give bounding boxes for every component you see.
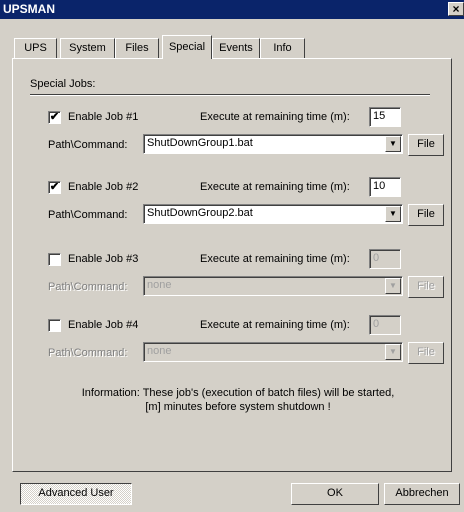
window-title: UPSMAN [3, 2, 56, 16]
job4-path-combo[interactable]: none [143, 342, 403, 362]
job4-file-button[interactable]: File [408, 342, 444, 364]
checkmark-icon: ✔ [49, 111, 60, 123]
job1-enable-label: Enable Job #1 [68, 111, 139, 123]
job4-path-label: Path\Command: [48, 347, 128, 359]
job1-path-combo[interactable]: ShutDownGroup1.bat [143, 134, 403, 154]
job3-time-label: Execute at remaining time (m): [200, 253, 350, 265]
tab-ups-label: UPS [24, 42, 47, 54]
job1-time-input[interactable]: 15 [369, 107, 401, 127]
tab-special-label: Special [168, 41, 206, 53]
job1-file-button[interactable]: File [408, 134, 444, 156]
chevron-down-icon: ▼ [389, 209, 397, 218]
job2-file-button[interactable]: File [408, 204, 444, 226]
job2-path-combo[interactable]: ShutDownGroup2.bat [143, 204, 403, 224]
job4-path-value: none [147, 345, 172, 357]
job3-path-value: none [147, 279, 172, 291]
job2-path-label: Path\Command: [48, 209, 128, 221]
chevron-down-icon: ▼ [389, 139, 397, 148]
job2-dropdown-button[interactable]: ▼ [385, 206, 401, 222]
info-text-line1: Information: These job's (execution of b… [81, 387, 395, 399]
separator [30, 94, 430, 96]
tab-events-label: Events [219, 42, 253, 54]
checkmark-icon: ✔ [49, 181, 60, 193]
tab-events[interactable]: Events [212, 38, 260, 58]
job3-dropdown-button[interactable]: ▼ [385, 278, 401, 294]
job2-time-input[interactable]: 10 [369, 177, 401, 197]
tab-ups[interactable]: UPS [14, 38, 57, 58]
tab-files-label: Files [125, 42, 149, 54]
job4-enable-label: Enable Job #4 [68, 319, 139, 331]
job3-path-combo[interactable]: none [143, 276, 403, 296]
upsman-window: UPSMAN × UPS System Files Special Events… [0, 0, 464, 512]
special-jobs-heading: Special Jobs: [30, 78, 96, 90]
chevron-down-icon: ▼ [389, 347, 397, 356]
job1-path-label: Path\Command: [48, 139, 128, 151]
job3-enable-label: Enable Job #3 [68, 253, 139, 265]
job4-checkbox[interactable] [48, 319, 61, 332]
job3-path-label: Path\Command: [48, 281, 128, 293]
tab-system[interactable]: System [60, 38, 115, 58]
job1-checkbox[interactable]: ✔ [48, 111, 61, 124]
job2-enable-label: Enable Job #2 [68, 181, 139, 193]
job1-path-value: ShutDownGroup1.bat [147, 137, 253, 149]
job2-checkbox[interactable]: ✔ [48, 181, 61, 194]
job1-dropdown-button[interactable]: ▼ [385, 136, 401, 152]
job3-checkbox[interactable] [48, 253, 61, 266]
ok-button[interactable]: OK [291, 483, 379, 505]
job3-time-input[interactable]: 0 [369, 249, 401, 269]
close-button[interactable]: × [448, 2, 464, 16]
job2-time-label: Execute at remaining time (m): [200, 181, 350, 193]
tab-special[interactable]: Special [162, 35, 212, 59]
job1-time-label: Execute at remaining time (m): [200, 111, 350, 123]
advanced-user-button[interactable]: Advanced User [20, 483, 132, 505]
tab-info[interactable]: Info [260, 38, 305, 58]
job4-time-input[interactable]: 0 [369, 315, 401, 335]
job3-file-button[interactable]: File [408, 276, 444, 298]
chevron-down-icon: ▼ [389, 281, 397, 290]
cancel-button[interactable]: Abbrechen [384, 483, 460, 505]
job2-path-value: ShutDownGroup2.bat [147, 207, 253, 219]
tab-files[interactable]: Files [115, 38, 159, 58]
close-icon: × [452, 2, 460, 16]
title-bar[interactable]: UPSMAN × [0, 0, 464, 19]
job4-dropdown-button[interactable]: ▼ [385, 344, 401, 360]
job4-time-label: Execute at remaining time (m): [200, 319, 350, 331]
tab-system-label: System [69, 42, 106, 54]
tab-info-label: Info [273, 42, 292, 54]
info-text-line2: [m] minutes before system shutdown ! [145, 401, 331, 413]
